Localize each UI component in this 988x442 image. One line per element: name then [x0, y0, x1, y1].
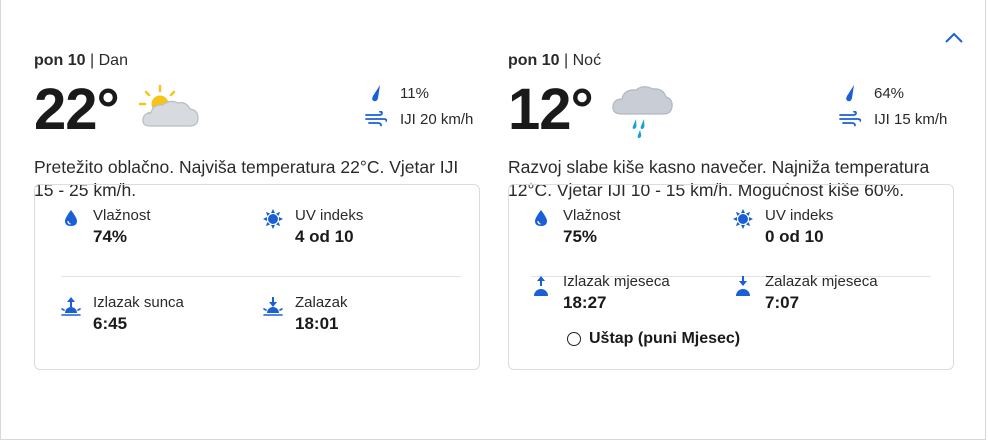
humidity-drop-icon	[535, 210, 547, 226]
day-header: pon 10 | Dan	[34, 50, 480, 72]
humidity-value: 75%	[563, 227, 598, 246]
uv-detail: UV indeks 0 od 10	[733, 207, 913, 251]
night-temperature: 12°	[508, 77, 594, 142]
moon-phase: Uštap (puni Mjesec)	[567, 330, 740, 348]
wind-icon	[365, 111, 387, 127]
moonset-icon	[736, 276, 750, 296]
rain-cloud-icon	[612, 86, 673, 138]
raindrop-icon	[846, 85, 854, 102]
humidity-label: Vlažnost	[93, 207, 151, 224]
uv-sun-icon	[733, 209, 753, 229]
uv-label: UV indeks	[295, 207, 364, 224]
collapse-button[interactable]	[942, 28, 966, 48]
wind-value: IJI 15 km/h	[874, 110, 948, 128]
precipitation-stat: 64%	[838, 80, 958, 106]
divider	[61, 276, 461, 277]
sunset-icon	[263, 297, 283, 316]
humidity-label: Vlažnost	[563, 207, 621, 224]
night-period: Noć	[572, 52, 602, 69]
humidity-value: 74%	[93, 227, 128, 246]
raindrop-icon	[372, 85, 380, 102]
sunrise-value: 6:45	[93, 314, 128, 333]
night-forecast: pon 10 | Noć 12° 64% IJI 15 km/h Razvoj …	[508, 50, 954, 202]
sunset-value: 18:01	[295, 314, 339, 333]
sunset-label: Zalazak	[295, 294, 348, 311]
precipitation-value: 11%	[400, 84, 429, 102]
uv-value: 0 od 10	[765, 227, 824, 246]
sunrise-icon	[61, 297, 81, 316]
humidity-detail: Vlažnost 74%	[61, 207, 241, 251]
separator: |	[90, 52, 95, 69]
moonrise-value: 18:27	[563, 293, 607, 312]
uv-detail: UV indeks 4 od 10	[263, 207, 443, 251]
chevron-up-icon	[945, 32, 963, 43]
moonrise-detail: Izlazak mjeseca 18:27	[531, 273, 711, 317]
sunrise-detail: Izlazak sunca 6:45	[61, 294, 241, 338]
precipitation-stat: 11%	[364, 80, 484, 106]
night-header: pon 10 | Noć	[508, 50, 954, 72]
night-details-card: Vlažnost 75% UV indeks 0 od 10 Izlazak m…	[508, 184, 954, 370]
separator: |	[564, 52, 569, 69]
day-date: pon 10	[34, 52, 86, 69]
wind-stat: IJI 20 km/h	[364, 106, 484, 132]
uv-value: 4 od 10	[295, 227, 354, 246]
precipitation-value: 64%	[874, 84, 905, 102]
day-forecast: pon 10 | Dan 22° 11% IJI 20 km/h Preteži…	[34, 50, 480, 202]
uv-sun-icon	[263, 209, 283, 229]
day-period: Dan	[98, 52, 128, 69]
sunset-detail: Zalazak 18:01	[263, 294, 443, 338]
wind-icon	[839, 111, 861, 127]
wind-stat: IJI 15 km/h	[838, 106, 958, 132]
uv-label: UV indeks	[765, 207, 834, 224]
humidity-drop-icon	[65, 210, 77, 226]
moonset-value: 7:07	[765, 293, 800, 312]
moonrise-label: Izlazak mjeseca	[563, 273, 670, 290]
moonset-detail: Zalazak mjeseca 7:07	[733, 273, 913, 317]
wind-value: IJI 20 km/h	[400, 110, 474, 128]
humidity-detail: Vlažnost 75%	[531, 207, 711, 251]
night-date: pon 10	[508, 52, 560, 69]
moon-phase-label: Uštap (puni Mjesec)	[589, 330, 741, 347]
day-details-card: Vlažnost 74% UV indeks 4 od 10 Izlazak s…	[34, 184, 480, 370]
partly-cloudy-sun-icon	[138, 84, 199, 127]
moonset-label: Zalazak mjeseca	[765, 273, 878, 290]
moonrise-icon	[534, 276, 548, 296]
full-moon-icon	[567, 332, 581, 346]
day-temperature: 22°	[34, 77, 120, 142]
sunrise-label: Izlazak sunca	[93, 294, 184, 311]
